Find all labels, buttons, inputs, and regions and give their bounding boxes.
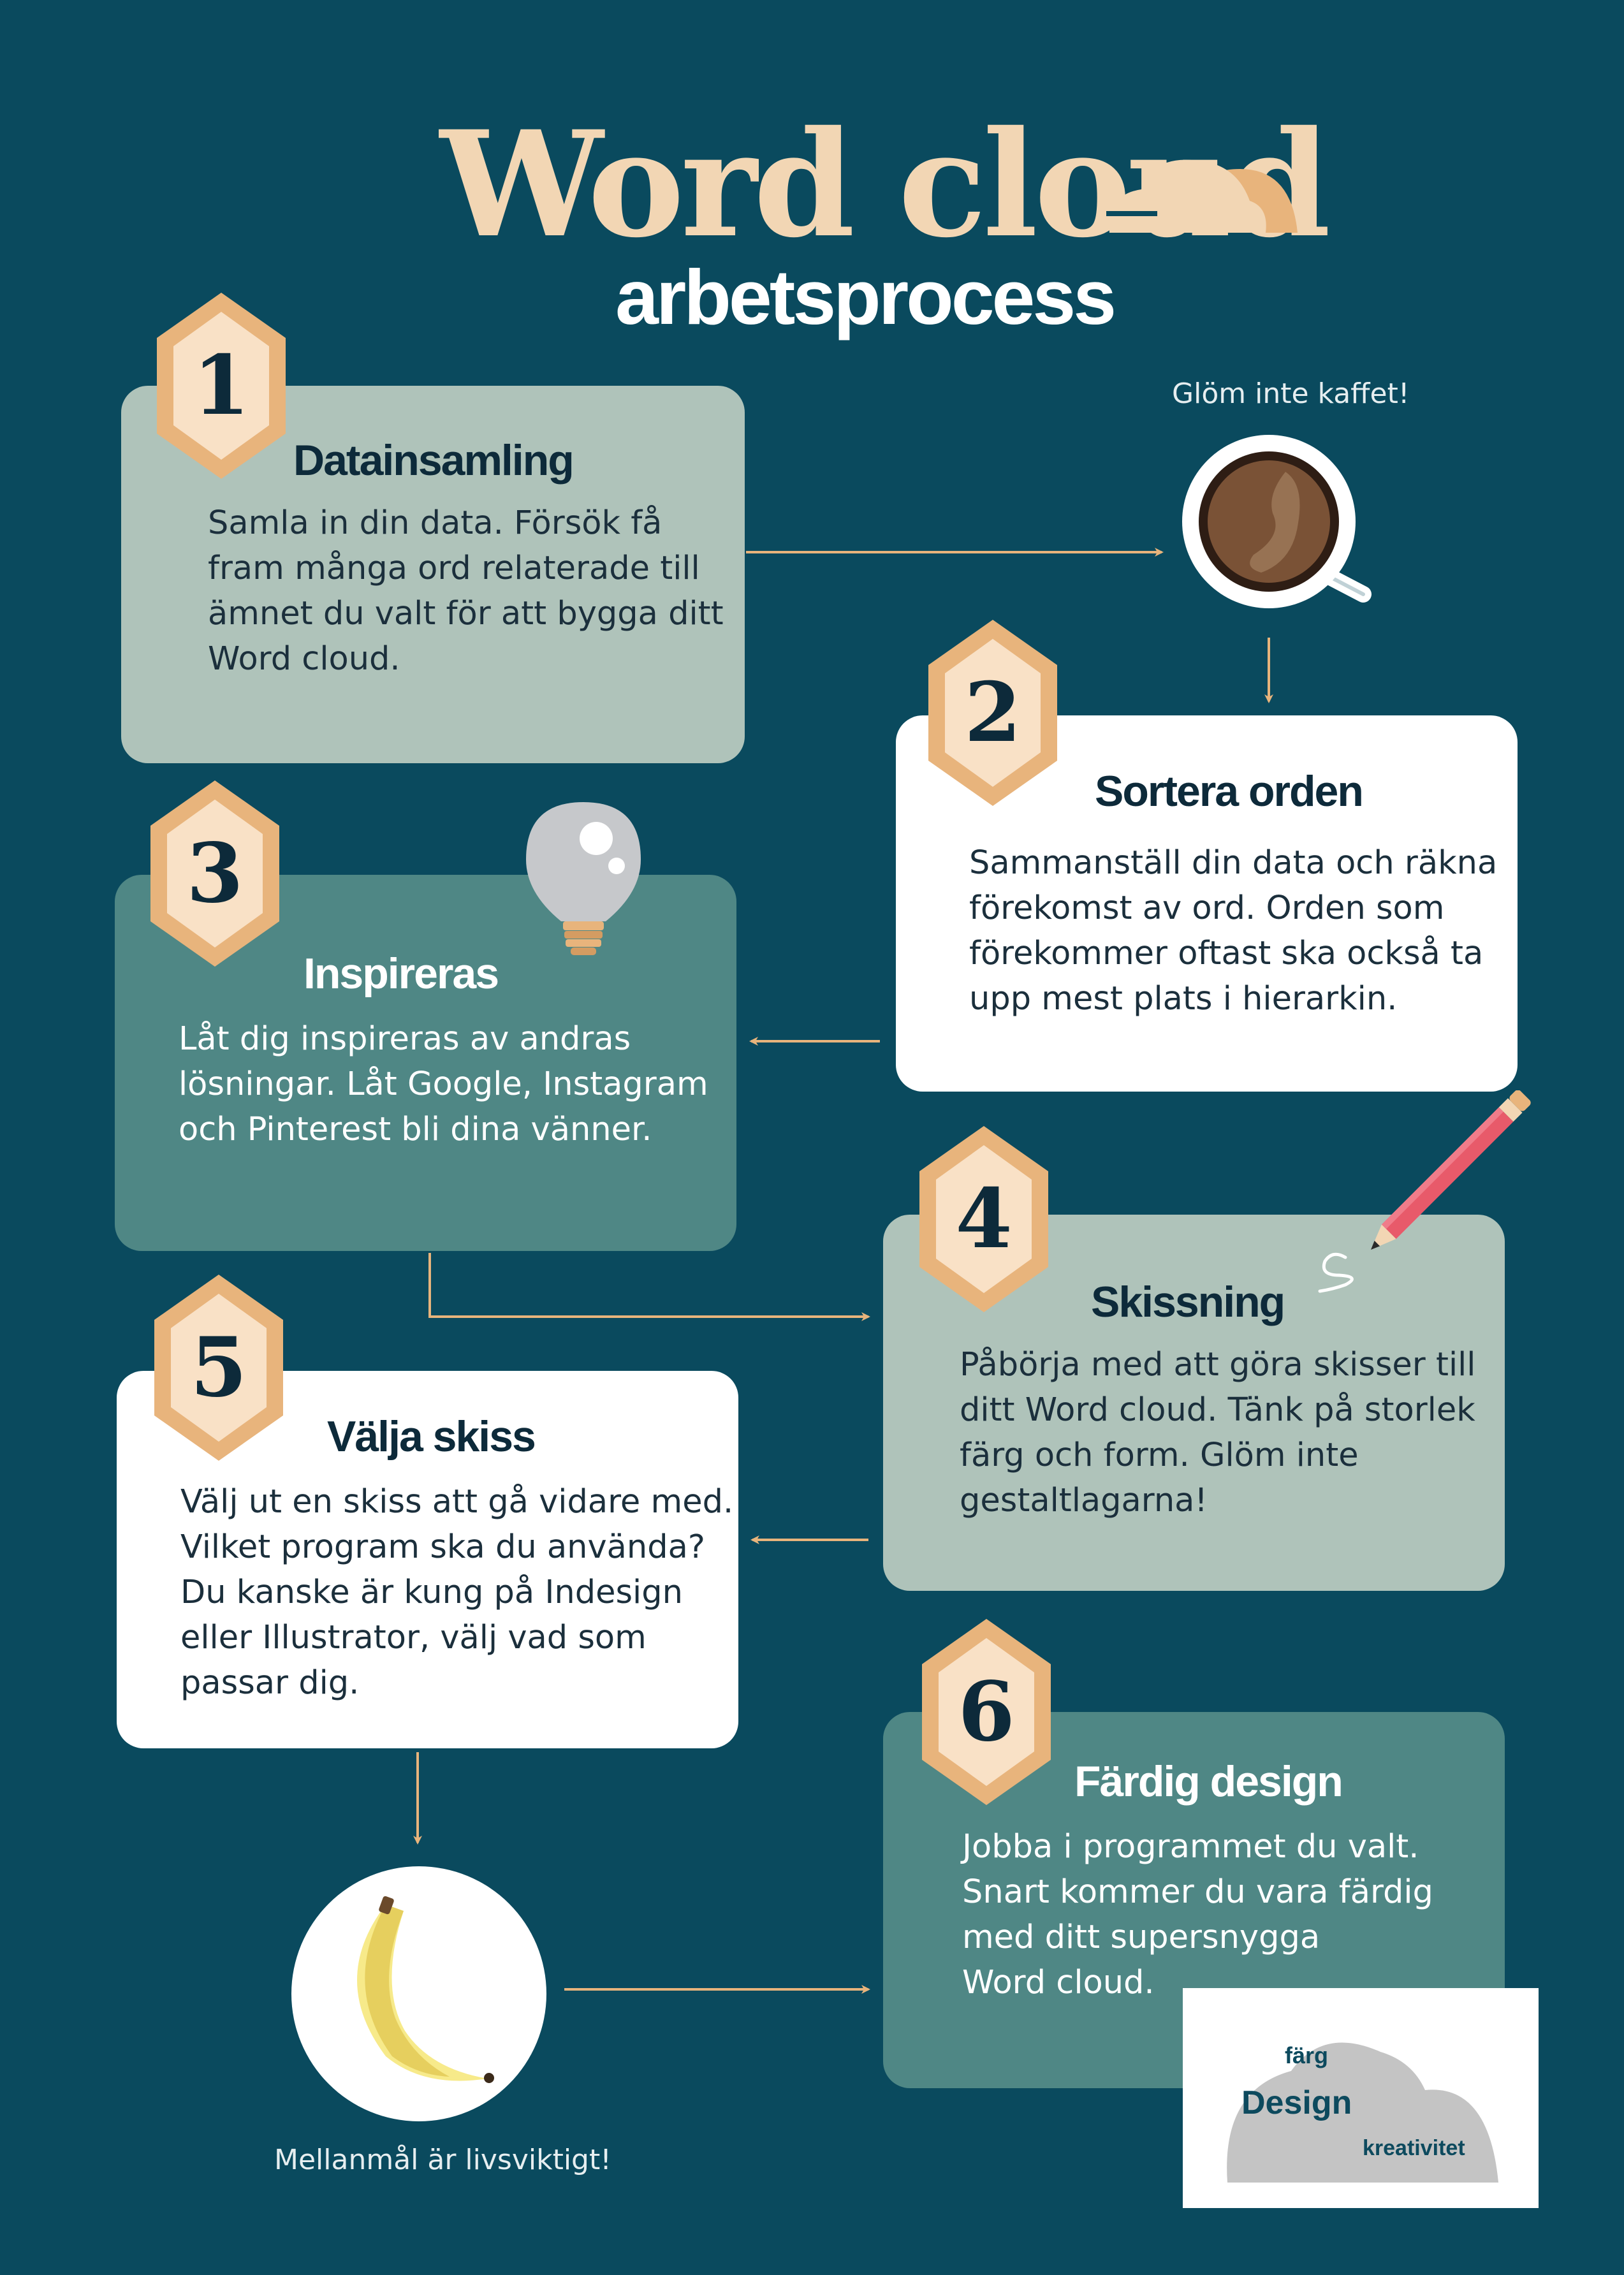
arrow-3-to-4 <box>428 1253 870 1321</box>
infographic: Word cloud arbetsprocess Datainsamling S… <box>0 0 1624 2275</box>
pencil-icon <box>1318 1090 1531 1293</box>
logo-word-kreativitet: kreativitet <box>1363 2136 1465 2160</box>
logo-word-farg: färg <box>1285 2042 1329 2068</box>
coffee-caption: Glöm inte kaffet! <box>1172 377 1410 410</box>
logo: färg Design kreativitet <box>1183 1988 1539 2208</box>
lightbulb-icon <box>526 802 641 955</box>
snack-caption: Mellanmål är livsviktigt! <box>274 2144 611 2176</box>
coffee-cup-icon <box>1182 435 1372 608</box>
banana-icon <box>291 1866 546 2121</box>
logo-word-design: Design <box>1241 2084 1352 2121</box>
